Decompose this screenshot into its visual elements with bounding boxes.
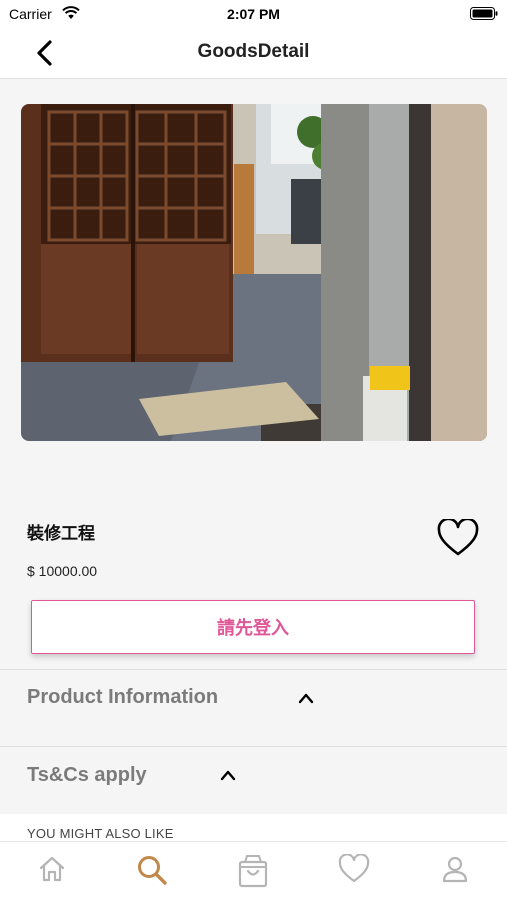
page-title: GoodsDetail <box>197 41 310 62</box>
section-product-information[interactable]: Product Information <box>0 669 507 747</box>
user-icon <box>442 856 468 883</box>
tab-search[interactable] <box>122 842 182 901</box>
status-time: 2:07 PM <box>227 6 280 22</box>
chevron-up-icon[interactable] <box>297 692 315 704</box>
battery-icon <box>470 7 498 20</box>
search-icon <box>138 856 167 885</box>
section-terms[interactable]: Ts&Cs apply <box>0 746 507 815</box>
login-button[interactable]: 請先登入 <box>31 600 475 654</box>
heart-outline-icon[interactable] <box>437 519 479 557</box>
heart-icon <box>338 854 370 883</box>
recommend-title: YOU MIGHT ALSO LIKE <box>27 826 174 841</box>
tab-profile[interactable] <box>425 842 485 901</box>
section-title: Product Information <box>27 686 219 708</box>
shopping-bag-icon <box>238 855 268 888</box>
product-photo <box>21 104 487 441</box>
chevron-up-icon[interactable] <box>219 769 237 781</box>
nav-bar: GoodsDetail <box>0 28 507 79</box>
goods-detail-content[interactable]: 裝修工程 $ 10000.00 請先登入 Product Information… <box>0 79 507 841</box>
section-title: Ts&Cs apply <box>27 764 147 786</box>
tab-home[interactable] <box>22 842 82 901</box>
product-name: 裝修工程 <box>27 524 95 543</box>
tab-bar <box>0 841 507 901</box>
recommend-section: YOU MIGHT ALSO LIKE <box>0 814 507 841</box>
status-bar: Carrier 2:07 PM <box>0 0 507 28</box>
tab-cart[interactable] <box>223 842 283 901</box>
tab-favorites[interactable] <box>324 842 384 901</box>
product-price: $ 10000.00 <box>27 563 98 579</box>
home-icon <box>39 856 65 882</box>
